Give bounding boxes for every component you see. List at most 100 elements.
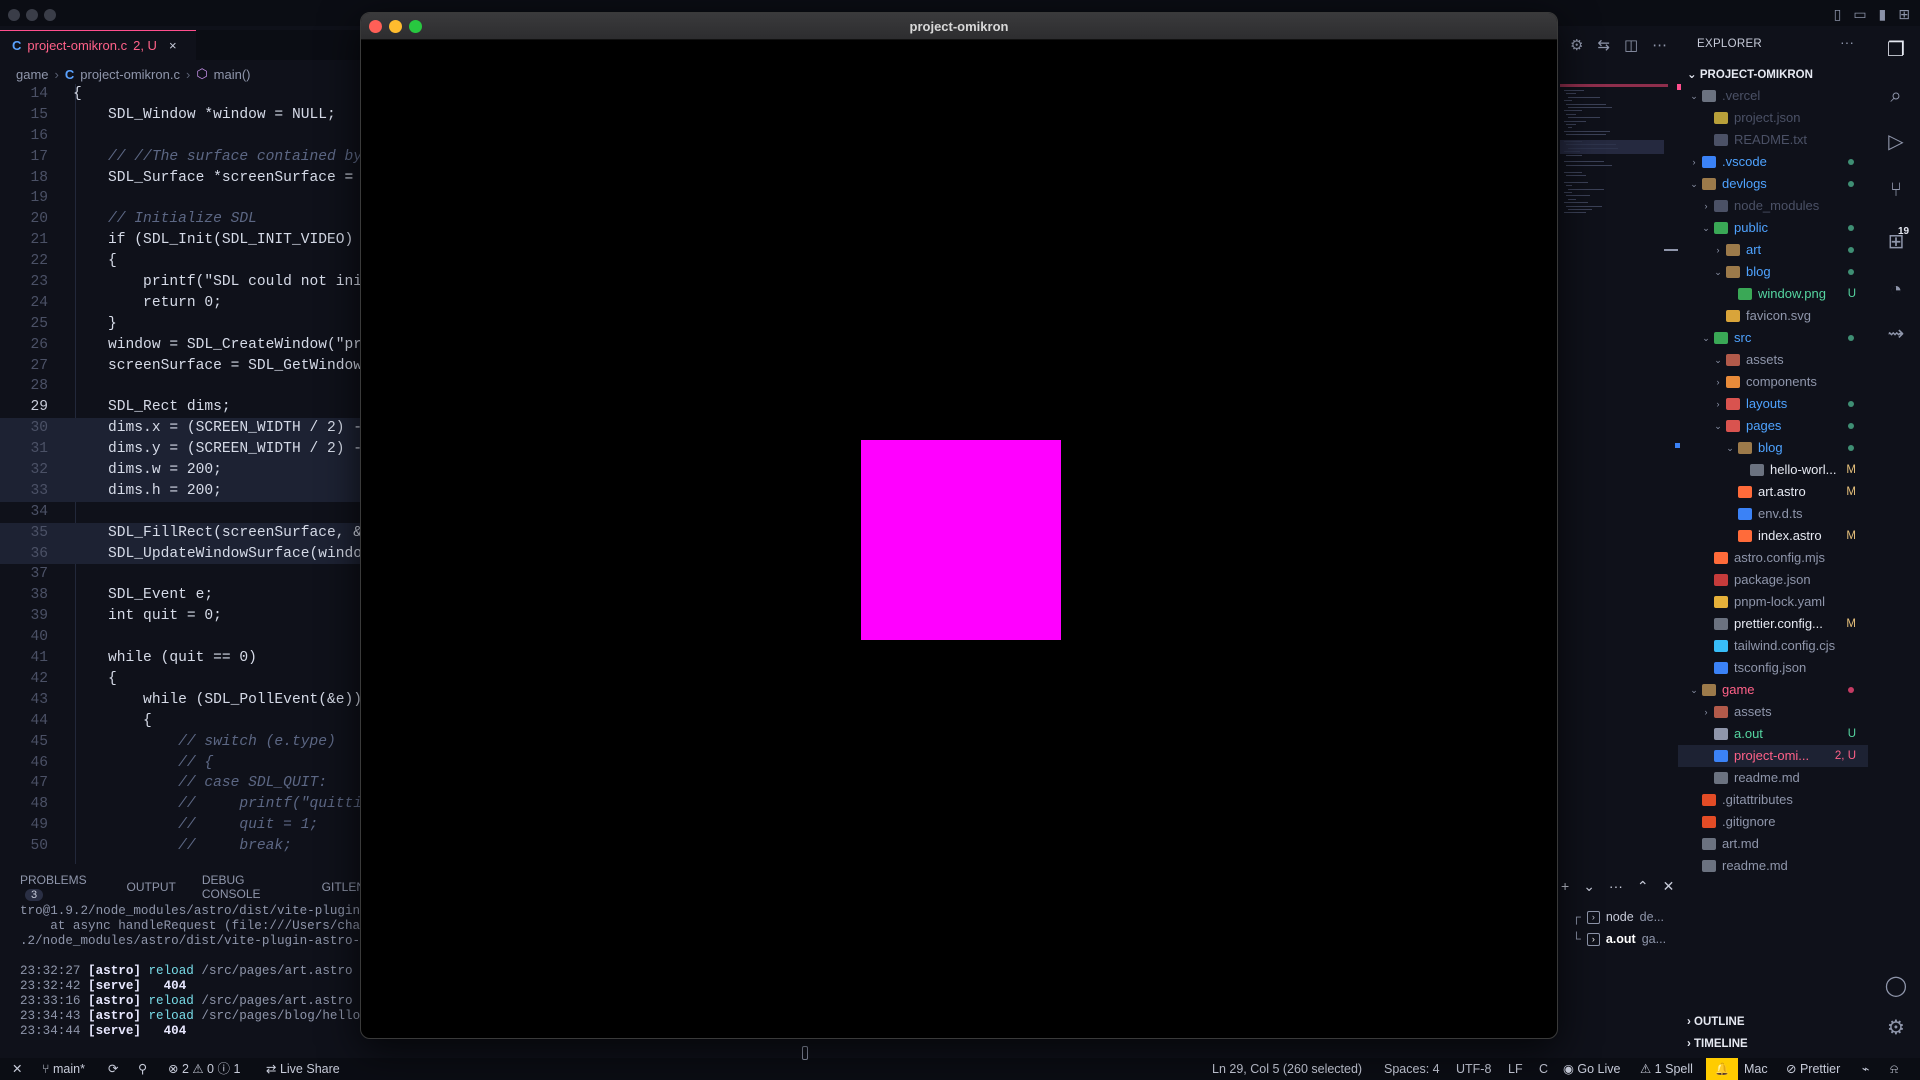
- code-line[interactable]: 33 dims.h = 200;: [0, 480, 365, 502]
- tab-gitlens[interactable]: GITLEN: [322, 880, 365, 894]
- close-panel-icon[interactable]: ✕: [1663, 878, 1675, 895]
- tree-item[interactable]: env.d.ts: [1678, 503, 1868, 525]
- minimap[interactable]: [1560, 84, 1668, 274]
- tree-item[interactable]: ⌄ assets: [1678, 349, 1868, 371]
- manage-gear-icon[interactable]: ⚙: [1884, 1016, 1908, 1040]
- code-line[interactable]: 44 {: [0, 711, 365, 732]
- spell-indicator[interactable]: ⚠ 1 Spell: [1640, 1058, 1693, 1080]
- branch-indicator[interactable]: ⑂ main*: [42, 1058, 85, 1080]
- chevron-down-icon[interactable]: ⌄: [1700, 327, 1712, 349]
- scrollbar-thumb[interactable]: [1664, 249, 1678, 251]
- chevron-right-icon[interactable]: ›: [1700, 701, 1712, 723]
- split-editor-icon[interactable]: ◫: [1624, 36, 1638, 54]
- code-line[interactable]: 32 dims.w = 200;: [0, 460, 365, 481]
- chevron-right-icon[interactable]: ›: [1712, 371, 1724, 393]
- outline-section[interactable]: › OUTLINE: [1687, 1016, 1745, 1028]
- tree-item[interactable]: README.txt: [1678, 129, 1868, 151]
- tree-item[interactable]: ⌄ blog: [1678, 437, 1868, 459]
- code-line[interactable]: 14 {: [0, 84, 365, 105]
- code-line[interactable]: 20 // Initialize SDL: [0, 209, 365, 230]
- tree-item[interactable]: project.json: [1678, 107, 1868, 129]
- code-line[interactable]: 43 while (SDL_PollEvent(&e)): [0, 690, 365, 711]
- prettier-button[interactable]: ⊘ Prettier: [1786, 1058, 1840, 1080]
- encoding[interactable]: UTF-8: [1456, 1058, 1491, 1080]
- tree-item[interactable]: › node_modules: [1678, 195, 1868, 217]
- account-icon[interactable]: ◯: [1884, 974, 1908, 998]
- go-live-button[interactable]: ◉ Go Live: [1563, 1058, 1620, 1080]
- code-line[interactable]: 41 while (quit == 0): [0, 648, 365, 669]
- live-share-button[interactable]: ⇄ Live Share: [266, 1058, 340, 1080]
- keyboard-layout[interactable]: Mac: [1744, 1058, 1768, 1080]
- sdl-app-window[interactable]: project-omikron: [360, 12, 1558, 1039]
- code-line[interactable]: 25 }: [0, 314, 365, 335]
- tree-item[interactable]: ⌄ public: [1678, 217, 1868, 239]
- code-line[interactable]: 17 // //The surface contained by: [0, 147, 365, 168]
- chevron-right-icon[interactable]: ›: [1688, 151, 1700, 173]
- gitlens-status-icon[interactable]: ⚲: [138, 1058, 147, 1080]
- tree-item[interactable]: hello-worl... M: [1678, 459, 1868, 481]
- tree-item[interactable]: ⌄ src: [1678, 327, 1868, 349]
- minimize-window-button[interactable]: [26, 9, 38, 21]
- toggle-sidebar-right-icon[interactable]: ▮: [1879, 6, 1887, 23]
- breadcrumb-folder[interactable]: game: [16, 67, 49, 82]
- explorer-more-icon[interactable]: ···: [1840, 34, 1854, 50]
- source-control-icon[interactable]: ⑂: [1884, 178, 1908, 202]
- code-line[interactable]: 18 SDL_Surface *screenSurface = N: [0, 168, 365, 189]
- chevron-right-icon[interactable]: ›: [1700, 195, 1712, 217]
- code-line[interactable]: 35 SDL_FillRect(screenSurface, &d: [0, 522, 365, 544]
- toggle-sidebar-left-icon[interactable]: ▯: [1834, 6, 1842, 23]
- tree-item[interactable]: index.astro M: [1678, 525, 1868, 547]
- tree-item[interactable]: › .vscode: [1678, 151, 1868, 173]
- code-line[interactable]: 38 SDL_Event e;: [0, 585, 365, 606]
- code-line[interactable]: 46 // {: [0, 753, 365, 774]
- sdl-window-titlebar[interactable]: project-omikron: [361, 13, 1557, 40]
- tree-item[interactable]: ⌄ game: [1678, 679, 1868, 701]
- tree-item[interactable]: package.json: [1678, 569, 1868, 591]
- code-line[interactable]: 26 window = SDL_CreateWindow("pro: [0, 335, 365, 356]
- customize-layout-icon[interactable]: ⊞: [1898, 6, 1910, 23]
- chevron-down-icon[interactable]: ⌄: [1688, 679, 1700, 701]
- tree-item[interactable]: art.astro M: [1678, 481, 1868, 503]
- tree-item[interactable]: › components: [1678, 371, 1868, 393]
- chevron-down-icon[interactable]: ⌄: [1712, 415, 1724, 437]
- code-line[interactable]: 19: [0, 188, 365, 209]
- tab-project-omikron-c[interactable]: C project-omikron.c 2, U ×: [0, 30, 196, 60]
- tree-item[interactable]: a.out U: [1678, 723, 1868, 745]
- tree-item[interactable]: .gitattributes: [1678, 789, 1868, 811]
- close-tab-icon[interactable]: ×: [169, 38, 177, 53]
- minimap-viewport[interactable]: [1560, 140, 1664, 154]
- tree-item[interactable]: › assets: [1678, 701, 1868, 723]
- more-actions-icon[interactable]: ⋯: [1652, 36, 1667, 54]
- chevron-down-icon[interactable]: ⌄: [1688, 173, 1700, 195]
- code-line[interactable]: 48 // printf("quitti: [0, 794, 365, 815]
- code-line[interactable]: 27 screenSurface = SDL_GetWindowS: [0, 356, 365, 377]
- git-compare-icon[interactable]: ⇆: [1597, 36, 1610, 54]
- code-line[interactable]: 30 dims.x = (SCREEN_WIDTH / 2) -: [0, 418, 365, 440]
- tree-item[interactable]: pnpm-lock.yaml: [1678, 591, 1868, 613]
- terminal-item-node[interactable]: ┌ › node de...: [1572, 906, 1666, 928]
- code-line[interactable]: 21 if (SDL_Init(SDL_INIT_VIDEO): [0, 230, 365, 251]
- tab-debug-console[interactable]: DEBUG CONSOLE: [202, 873, 296, 901]
- remote-explorer-icon[interactable]: ⇝: [1884, 322, 1908, 346]
- run-debug-icon[interactable]: ▷: [1884, 130, 1908, 154]
- breadcrumb-file[interactable]: project-omikron.c: [80, 67, 180, 82]
- tree-item[interactable]: ⌄ blog: [1678, 261, 1868, 283]
- tree-item[interactable]: prettier.config... M: [1678, 613, 1868, 635]
- workspace-root[interactable]: ⌄ PROJECT-OMIKRON: [1687, 67, 1813, 81]
- code-line[interactable]: 23 printf("SDL could not ini: [0, 272, 365, 293]
- more-icon[interactable]: ···: [1609, 878, 1623, 895]
- toggle-panel-icon[interactable]: ▭: [1853, 6, 1866, 23]
- tree-item[interactable]: favicon.svg: [1678, 305, 1868, 327]
- tree-item[interactable]: › art: [1678, 239, 1868, 261]
- chevron-down-icon[interactable]: ⌄: [1583, 878, 1595, 895]
- tree-item[interactable]: .gitignore: [1678, 811, 1868, 833]
- chevron-right-icon[interactable]: ›: [1712, 393, 1724, 415]
- code-line[interactable]: 47 // case SDL_QUIT:: [0, 773, 365, 794]
- chevron-right-icon[interactable]: ›: [1712, 239, 1724, 261]
- code-line[interactable]: 40: [0, 627, 365, 648]
- chevron-down-icon[interactable]: ⌄: [1724, 437, 1736, 459]
- new-terminal-icon[interactable]: +: [1561, 878, 1569, 895]
- code-line[interactable]: 15 SDL_Window *window = NULL;: [0, 105, 365, 126]
- chevron-down-icon[interactable]: ⌄: [1688, 85, 1700, 107]
- gitlens-icon[interactable]: ◔: [1884, 278, 1908, 302]
